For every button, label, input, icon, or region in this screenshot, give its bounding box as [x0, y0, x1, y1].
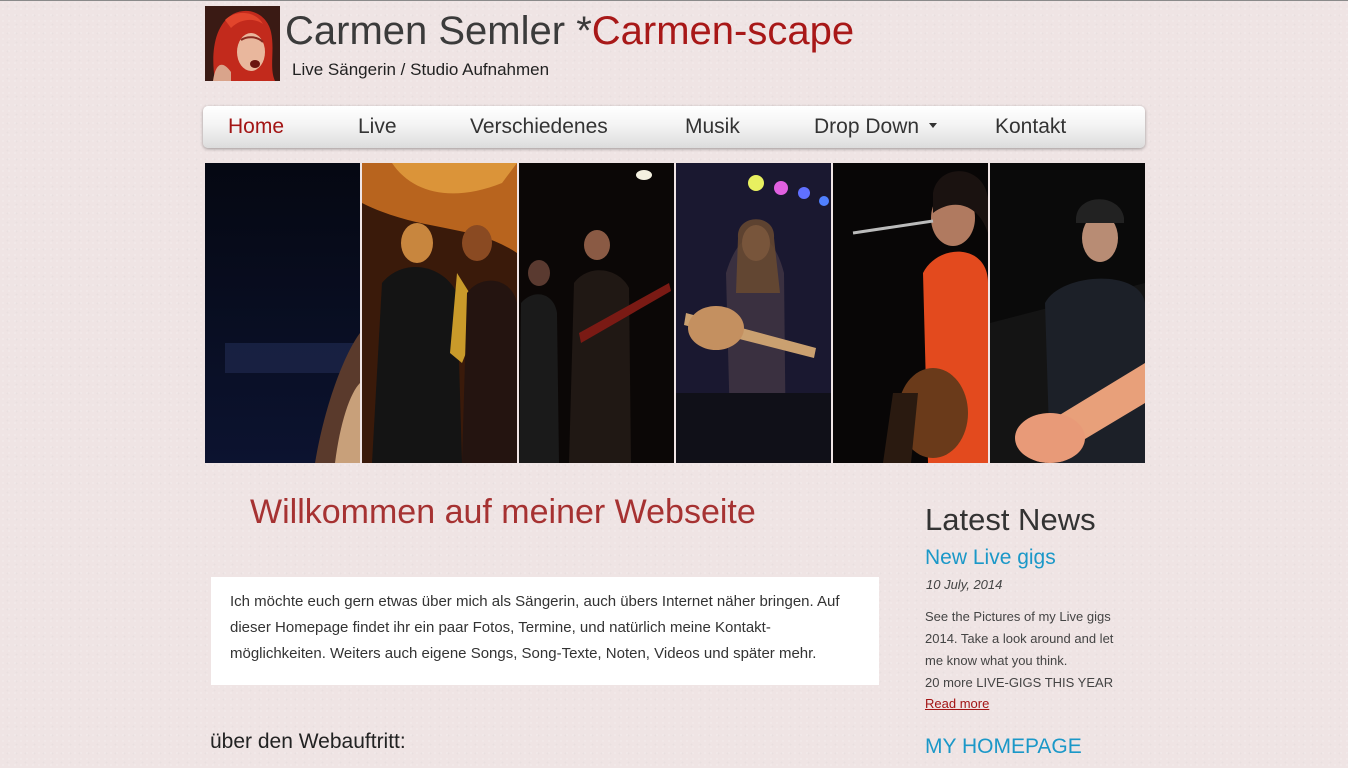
news-body-line: me know what you think.	[925, 653, 1068, 668]
intro-line: Ich möchte euch gern etwas über mich als…	[230, 593, 840, 610]
about-heading: über den Webauftritt:	[210, 730, 406, 753]
news-item-date: 10 July, 2014	[926, 577, 1003, 592]
welcome-heading: Willkommen auf meiner Webseite	[250, 493, 756, 531]
banner-photo-1	[205, 163, 360, 463]
nav-item-label: Home	[228, 115, 285, 138]
banner-photo-5	[833, 163, 988, 463]
intro-box: Ich möchte euch gern etwas über mich als…	[211, 577, 879, 685]
intro-line: dieser Homepage findet ihr ein paar Foto…	[230, 619, 771, 636]
banner-photo-2	[362, 163, 517, 463]
top-border	[0, 0, 1348, 1]
news-body-line: 2014. Take a look around and let	[925, 631, 1114, 646]
nav-item-musik[interactable]: Musik	[685, 106, 740, 148]
site-tagline: Live Sängerin / Studio Aufnahmen	[292, 60, 550, 79]
news-body-line: See the Pictures of my Live gigs	[925, 609, 1111, 624]
banner-photo-strip	[205, 163, 1145, 463]
nav-item-live[interactable]: Live	[358, 106, 397, 148]
intro-line: möglichkeiten. Weiters auch eigene Songs…	[230, 645, 817, 662]
news-item-title-link[interactable]: New Live gigs	[925, 546, 1056, 570]
nav-item-home[interactable]: Home	[228, 106, 284, 148]
nav-item-label: Live	[358, 115, 397, 138]
logo-portrait[interactable]	[205, 6, 280, 81]
banner-photo-6	[990, 163, 1145, 463]
my-homepage-link[interactable]: MY HOMEPAGE	[925, 735, 1082, 759]
caret-down-icon	[929, 122, 938, 128]
nav-item-verschiedenes[interactable]: Verschiedenes	[470, 106, 608, 148]
site-title[interactable]: Carmen Semler *Carmen-scape	[285, 6, 854, 56]
banner-photo-4	[676, 163, 831, 463]
news-body-line: 20 more LIVE-GIGS THIS YEAR	[925, 675, 1114, 690]
nav-item-label: Drop Down	[814, 115, 920, 138]
banner-photo-3	[519, 163, 674, 463]
nav-item-drop-down[interactable]: Drop Down	[814, 106, 938, 148]
nav-item-kontakt[interactable]: Kontakt	[995, 106, 1066, 148]
main-nav: Home Live Verschiedenes Musik Drop Down …	[203, 106, 1145, 148]
nav-item-label: Musik	[685, 115, 740, 138]
nav-item-label: Verschiedenes	[470, 115, 608, 138]
read-more-link[interactable]: Read more	[925, 696, 989, 711]
site-title-accent: Carmen-scape	[591, 9, 855, 53]
news-item-body: See the Pictures of my Live gigs 2014. T…	[925, 606, 1125, 694]
nav-item-label: Kontakt	[995, 115, 1067, 138]
latest-news-title: Latest News	[925, 502, 1096, 537]
site-title-main: Carmen Semler *	[285, 9, 592, 53]
